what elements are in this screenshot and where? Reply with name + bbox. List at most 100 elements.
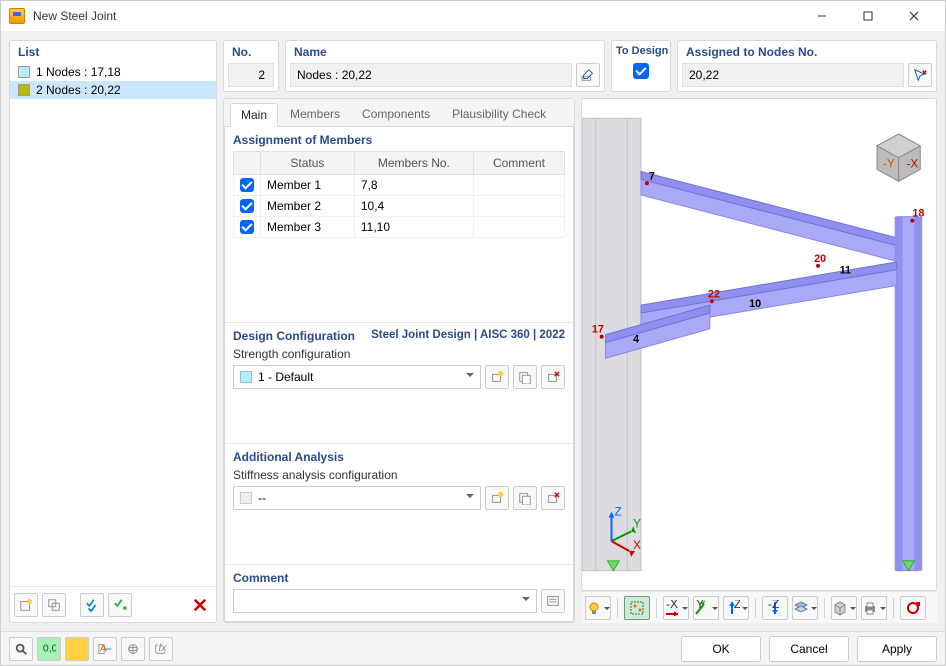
bulb-button[interactable]	[585, 596, 611, 620]
svg-text:Y: Y	[633, 516, 641, 530]
stiffness-select[interactable]: --	[233, 486, 481, 510]
uncheck-all-button[interactable]	[108, 593, 132, 617]
comment-library-button[interactable]	[541, 589, 565, 613]
design-config-section: Design Configuration Steel Joint Design …	[225, 322, 573, 437]
svg-text:4: 4	[633, 334, 639, 346]
list-item-label: 2 Nodes : 20,22	[36, 83, 121, 97]
assigned-input[interactable]: 20,22	[682, 63, 904, 87]
table-row[interactable]: Member 3 11,10	[234, 217, 565, 238]
comment-select[interactable]	[233, 589, 537, 613]
pick-nodes-button[interactable]	[908, 63, 932, 87]
name-label: Name	[286, 41, 604, 61]
svg-text:-Z: -Z	[768, 600, 779, 611]
list-item[interactable]: 1 Nodes : 17,18	[10, 63, 216, 81]
edit-config-button[interactable]	[513, 365, 537, 389]
check-all-button[interactable]	[80, 593, 104, 617]
svg-text:fx: fx	[158, 642, 167, 654]
table-row[interactable]: Member 1 7,8	[234, 175, 565, 196]
row-checkbox[interactable]	[240, 220, 254, 234]
zoom-button[interactable]	[9, 637, 33, 661]
units-button[interactable]: 0,00	[37, 637, 61, 661]
design-config-subtitle: Steel Joint Design | AISC 360 | 2022	[371, 329, 565, 343]
color-button[interactable]	[65, 637, 89, 661]
svg-text:Z: Z	[734, 600, 740, 611]
tab-plausibility[interactable]: Plausibility Check	[442, 103, 556, 126]
members-table: Status Members No. Comment Member 1	[233, 151, 565, 238]
delete-item-button[interactable]	[188, 593, 212, 617]
maximize-button[interactable]	[845, 1, 891, 31]
table-row[interactable]: Member 2 10,4	[234, 196, 565, 217]
svg-text:7: 7	[649, 170, 655, 182]
todesign-label: To Design	[612, 41, 670, 59]
assignment-section: Assignment of Members Status Members No.…	[225, 127, 573, 316]
list-label: List	[10, 41, 216, 61]
copy-item-button[interactable]	[42, 593, 66, 617]
box-select-button[interactable]	[624, 596, 650, 620]
new-stiffness-button[interactable]	[485, 486, 509, 510]
assigned-panel: Assigned to Nodes No. 20,22	[677, 40, 937, 92]
tab-components[interactable]: Components	[352, 103, 440, 126]
row-checkbox[interactable]	[240, 199, 254, 213]
design-config-title: Design Configuration	[233, 329, 355, 343]
script-button[interactable]: fx	[149, 637, 173, 661]
axis-x-button[interactable]: -X	[663, 596, 689, 620]
col-status: Status	[261, 152, 355, 175]
new-item-button[interactable]	[14, 593, 38, 617]
list-item-label: 1 Nodes : 17,18	[36, 65, 121, 79]
new-config-button[interactable]	[485, 365, 509, 389]
strength-select[interactable]: 1 - Default	[233, 365, 481, 389]
svg-text:Y: Y	[696, 600, 704, 611]
chevron-down-icon	[466, 494, 474, 502]
axis-y-button[interactable]: Y	[693, 596, 719, 620]
window-title: New Steel Joint	[33, 9, 799, 23]
axis-z-button[interactable]: Z	[723, 596, 749, 620]
col-membersno: Members No.	[354, 152, 473, 175]
apply-button[interactable]: Apply	[857, 636, 937, 662]
assigned-label: Assigned to Nodes No.	[678, 41, 936, 61]
cancel-button[interactable]: Cancel	[769, 636, 849, 662]
axis-neg-z-button[interactable]: -Z	[762, 596, 788, 620]
list-toolbar	[10, 586, 216, 622]
no-value: 2	[228, 63, 274, 87]
cube-button[interactable]	[831, 596, 857, 620]
globe-button[interactable]	[121, 637, 145, 661]
delete-stiffness-button[interactable]	[541, 486, 565, 510]
labels-button[interactable]: A	[93, 637, 117, 661]
comment-title: Comment	[233, 571, 288, 585]
list-swatch	[18, 84, 30, 96]
layers-button[interactable]	[792, 596, 818, 620]
ok-button[interactable]: OK	[681, 636, 761, 662]
row-checkbox[interactable]	[240, 178, 254, 192]
assignment-title: Assignment of Members	[233, 133, 372, 147]
list-body: 1 Nodes : 17,18 2 Nodes : 20,22	[10, 61, 216, 586]
todesign-panel: To Design	[611, 40, 671, 92]
stiffness-swatch	[240, 492, 252, 504]
svg-text:11: 11	[840, 265, 851, 277]
svg-text:A: A	[100, 642, 107, 654]
name-input[interactable]: Nodes : 20,22	[290, 63, 572, 87]
chevron-down-icon	[522, 597, 530, 605]
tab-main[interactable]: Main	[230, 103, 278, 127]
svg-text:18: 18	[912, 208, 924, 220]
close-button[interactable]	[891, 1, 937, 31]
svg-text:22: 22	[708, 288, 720, 300]
edit-name-button[interactable]	[576, 63, 600, 87]
svg-text:X: X	[633, 538, 641, 552]
minimize-button[interactable]	[799, 1, 845, 31]
edit-stiffness-button[interactable]	[513, 486, 537, 510]
svg-text:Z: Z	[614, 505, 621, 519]
app-icon	[9, 8, 25, 24]
todesign-checkbox[interactable]	[633, 63, 649, 79]
svg-text:0,00: 0,00	[43, 642, 56, 654]
svg-text:-X: -X	[907, 157, 919, 171]
svg-text:10: 10	[749, 298, 761, 310]
tab-members[interactable]: Members	[280, 103, 350, 126]
svg-text:-X: -X	[666, 600, 678, 611]
print-button[interactable]	[861, 596, 887, 620]
list-item[interactable]: 2 Nodes : 20,22	[10, 81, 216, 99]
strength-label: Strength configuration	[233, 347, 565, 361]
delete-config-button[interactable]	[541, 365, 565, 389]
col-comment: Comment	[473, 152, 564, 175]
model-viewer[interactable]: 7 18 20 11 22 10	[581, 98, 937, 591]
reset-view-button[interactable]	[900, 596, 926, 620]
